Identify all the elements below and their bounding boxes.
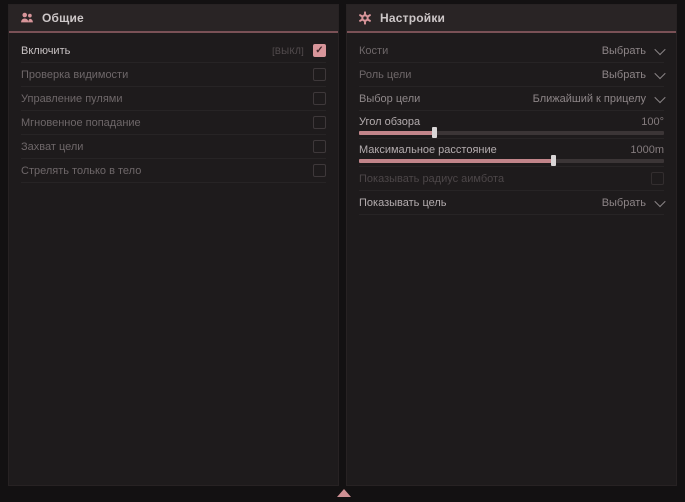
target-choice-select-value: Ближайший к прицелу (533, 93, 646, 105)
row-max-distance: Максимальное расстояние 1000m (359, 139, 664, 167)
settings-rows: Кости Выбрать Роль цели Выбрать Выбор це… (347, 33, 676, 215)
row-target-lock-label: Захват цели (21, 141, 83, 153)
general-rows: Включить [ВЫКЛ] ✓ Проверка видимости Упр… (9, 33, 338, 183)
fov-slider-thumb[interactable] (432, 127, 437, 138)
row-body-only-label: Стрелять только в тело (21, 165, 141, 177)
chevron-down-icon (654, 67, 665, 78)
checkmark-icon: ✓ (315, 46, 323, 56)
max-distance-value: 1000m (630, 144, 664, 156)
row-instant-hit[interactable]: Мгновенное попадание (21, 111, 326, 135)
row-fov: Угол обзора 100° (359, 111, 664, 139)
row-target-choice: Выбор цели Ближайший к прицелу (359, 87, 664, 111)
row-target-role-label: Роль цели (359, 69, 411, 81)
fov-slider[interactable] (359, 131, 664, 135)
max-distance-slider[interactable] (359, 159, 664, 163)
gear-icon (358, 11, 372, 25)
panel-settings-header: Настройки (347, 5, 676, 33)
row-enable-label: Включить (21, 45, 70, 57)
max-distance-slider-thumb[interactable] (551, 155, 556, 166)
row-target-lock[interactable]: Захват цели (21, 135, 326, 159)
row-show-target: Показывать цель Выбрать (359, 191, 664, 215)
show-target-select-value: Выбрать (602, 197, 646, 209)
row-bullet-control-label: Управление пулями (21, 93, 123, 105)
row-target-lock-checkbox[interactable] (313, 140, 326, 153)
mod-menu-window: Общие Включить [ВЫКЛ] ✓ Проверка видимос… (0, 0, 685, 502)
row-max-distance-label: Максимальное расстояние (359, 144, 497, 156)
row-target-role: Роль цели Выбрать (359, 63, 664, 87)
bones-select[interactable]: Выбрать (602, 45, 664, 57)
panel-general: Общие Включить [ВЫКЛ] ✓ Проверка видимос… (8, 4, 339, 486)
max-distance-slider-fill (359, 159, 554, 163)
row-show-radius-checkbox (651, 172, 664, 185)
scroll-up-indicator[interactable] (337, 489, 351, 497)
row-show-radius-label: Показывать радиус аимбота (359, 173, 504, 185)
row-visibility-check[interactable]: Проверка видимости (21, 63, 326, 87)
row-body-only-checkbox[interactable] (313, 164, 326, 177)
row-bones: Кости Выбрать (359, 39, 664, 63)
row-show-target-label: Показывать цель (359, 197, 447, 209)
target-role-select[interactable]: Выбрать (602, 69, 664, 81)
row-body-only[interactable]: Стрелять только в тело (21, 159, 326, 183)
row-bones-label: Кости (359, 45, 388, 57)
row-bullet-control-checkbox[interactable] (313, 92, 326, 105)
row-show-radius: Показывать радиус аимбота (359, 167, 664, 191)
row-visibility-check-label: Проверка видимости (21, 69, 128, 81)
row-enable[interactable]: Включить [ВЫКЛ] ✓ (21, 39, 326, 63)
row-enable-checkbox[interactable]: ✓ (313, 44, 326, 57)
row-enable-state-badge: [ВЫКЛ] (272, 46, 304, 56)
row-instant-hit-checkbox[interactable] (313, 116, 326, 129)
chevron-down-icon (654, 43, 665, 54)
row-visibility-check-checkbox[interactable] (313, 68, 326, 81)
show-target-select[interactable]: Выбрать (602, 197, 664, 209)
row-fov-label: Угол обзора (359, 116, 420, 128)
panel-general-header: Общие (9, 5, 338, 33)
users-icon (20, 11, 34, 25)
row-target-choice-label: Выбор цели (359, 93, 420, 105)
row-instant-hit-label: Мгновенное попадание (21, 117, 141, 129)
fov-value: 100° (641, 116, 664, 128)
fov-slider-fill (359, 131, 435, 135)
panel-general-title: Общие (42, 11, 84, 25)
target-choice-select[interactable]: Ближайший к прицелу (533, 93, 664, 105)
panel-settings: Настройки Кости Выбрать Роль цели Выбрат… (346, 4, 677, 486)
chevron-down-icon (654, 195, 665, 206)
target-role-select-value: Выбрать (602, 69, 646, 81)
chevron-down-icon (654, 91, 665, 102)
row-bullet-control[interactable]: Управление пулями (21, 87, 326, 111)
panel-settings-title: Настройки (380, 11, 445, 25)
bones-select-value: Выбрать (602, 45, 646, 57)
